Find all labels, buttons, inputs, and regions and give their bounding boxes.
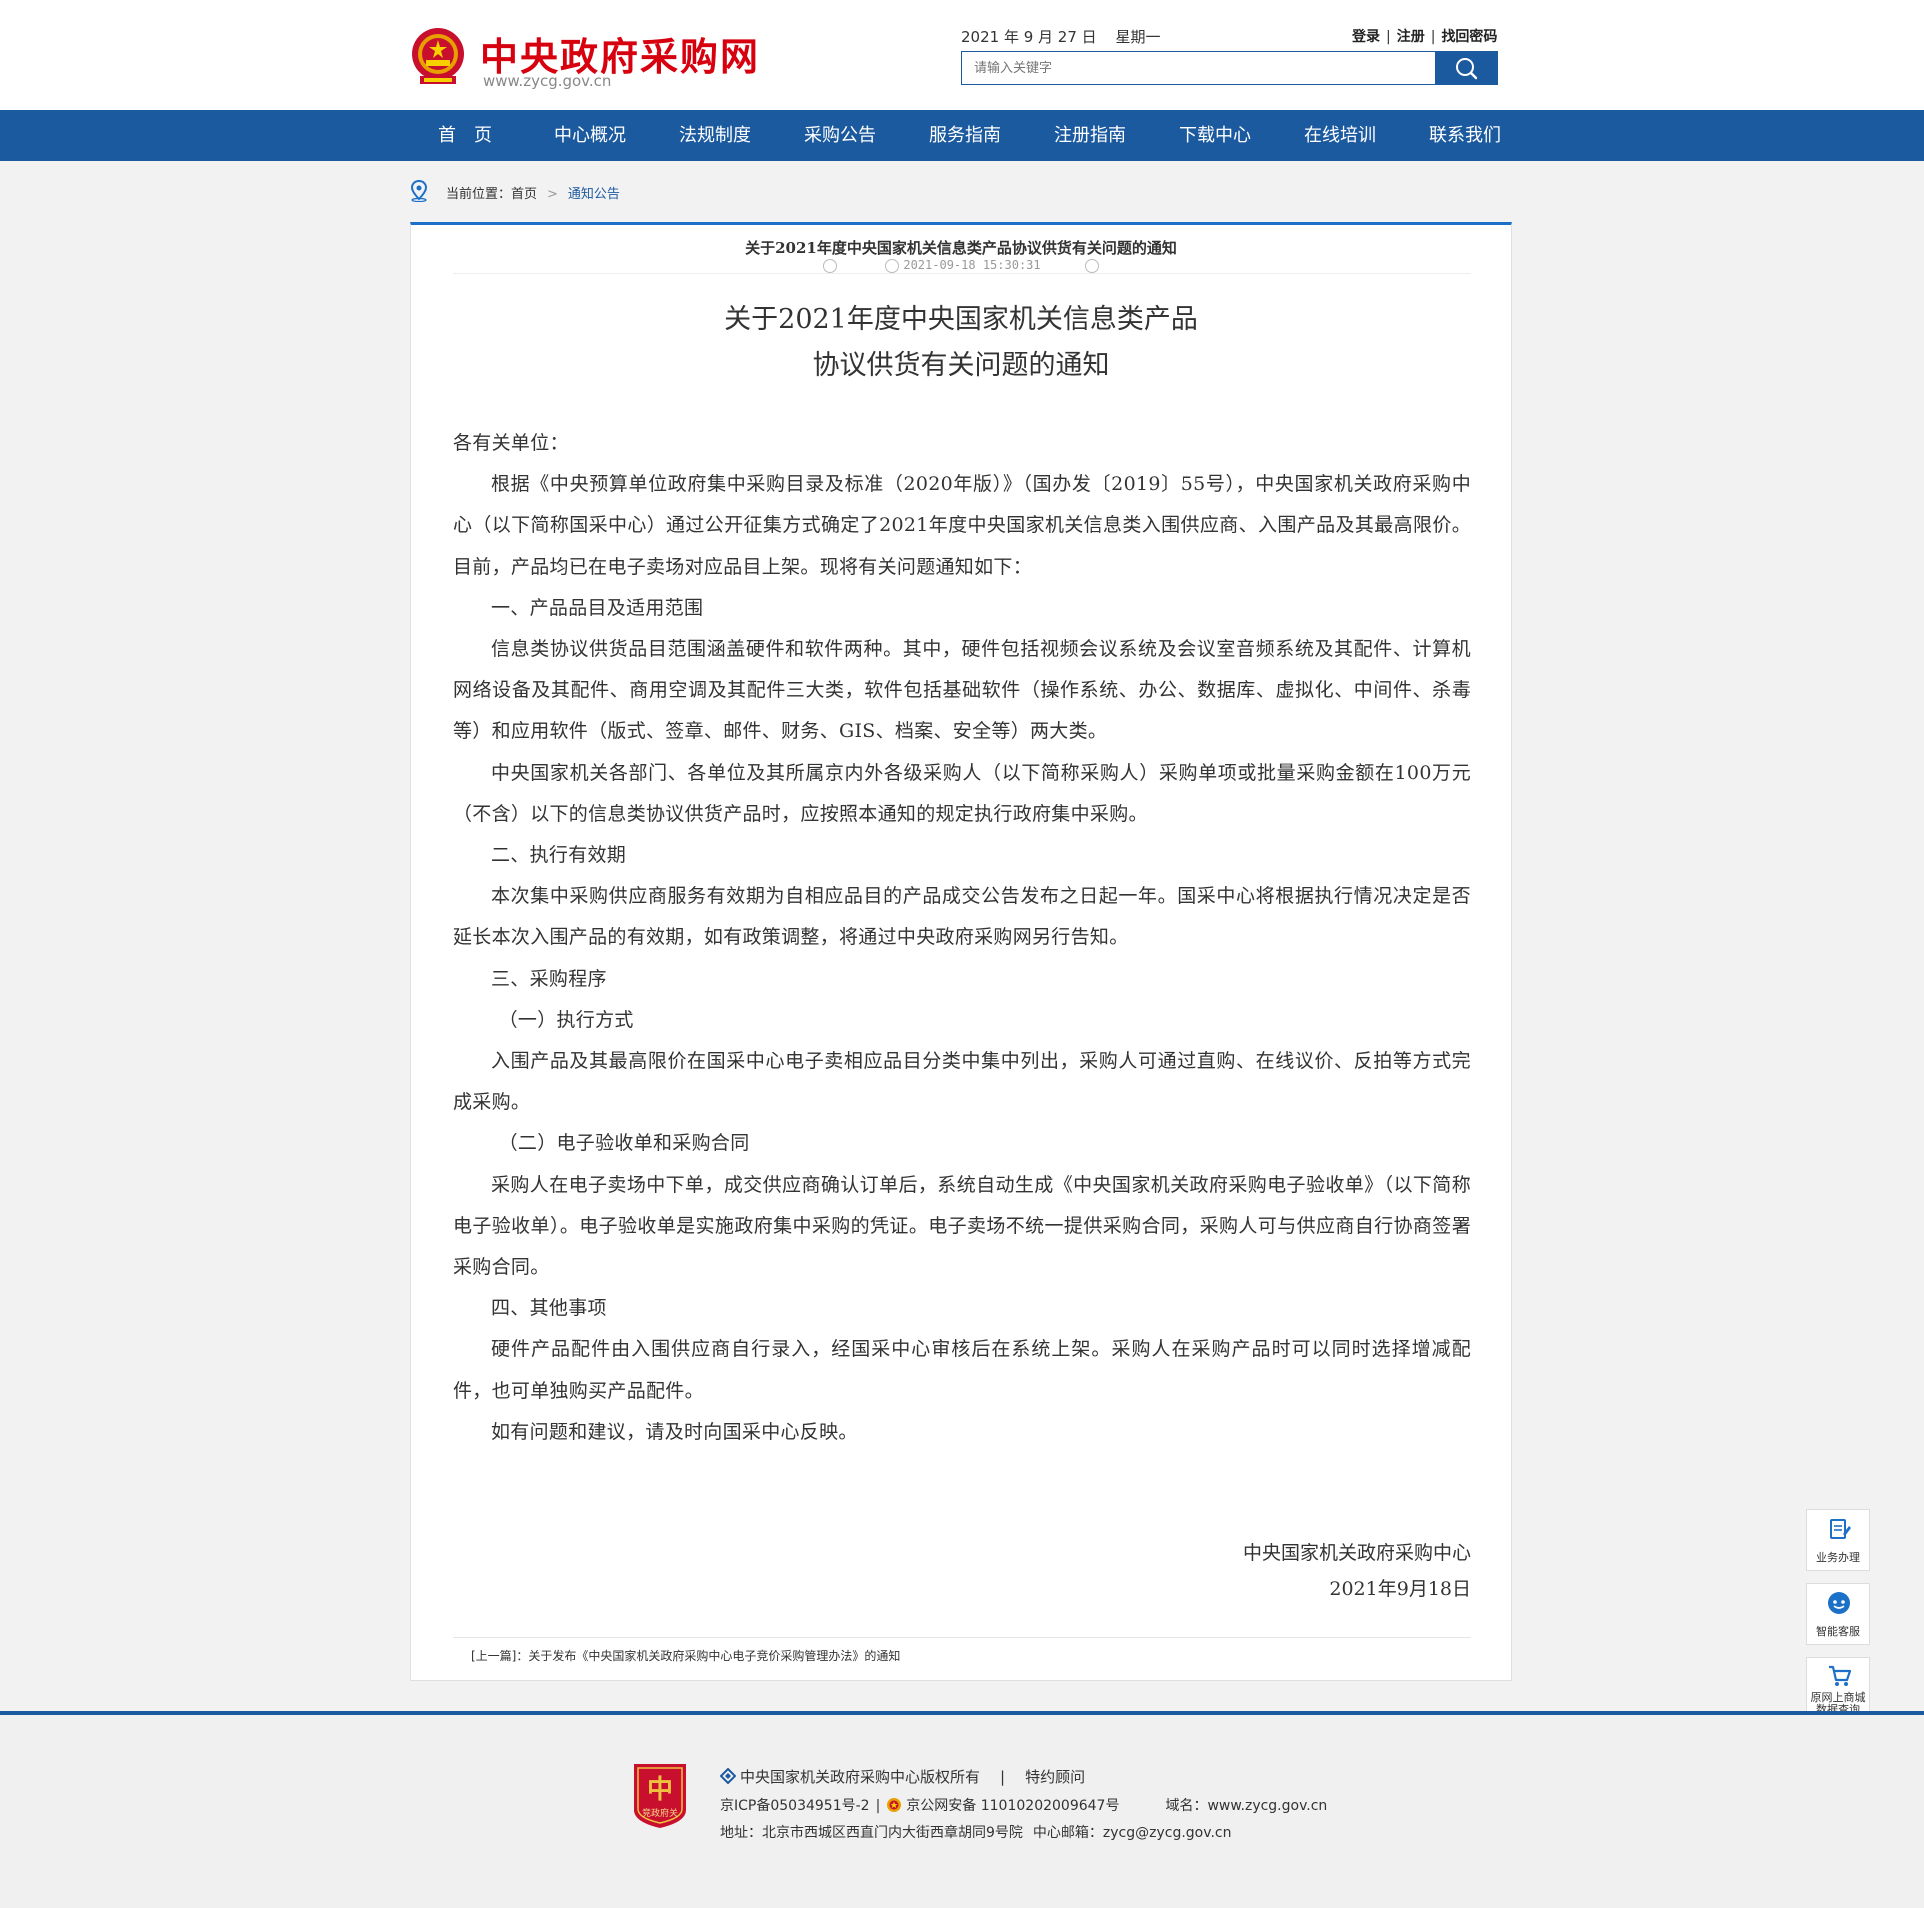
paragraph: 入围产品及其最高限价在国采中心电子卖相应品目分类中集中列出，采购人可通过直购、在… <box>453 1050 1471 1114</box>
site-url: www.zycg.gov.cn <box>483 72 612 90</box>
business-handling-label: 业务办理 <box>1816 1551 1860 1564</box>
business-handling-button[interactable]: 业务办理 <box>1806 1509 1870 1571</box>
address-text: 地址：北京市西城区西直门内大街西章胡同9号院 <box>720 1825 1023 1841</box>
salutation: 各有关单位： <box>453 432 569 454</box>
diamond-icon <box>719 1767 737 1785</box>
article-header-title: 关于2021年度中央国家机关信息类产品协议供货有关问题的通知 <box>745 239 1177 257</box>
subsection-heading: （一）执行方式 <box>498 1008 634 1031</box>
document-title-line2: 协议供货有关问题的通知 <box>812 350 1110 381</box>
nav-regulations[interactable]: 法规制度 <box>660 110 770 161</box>
icp-link[interactable]: 京ICP备05034951号-2 <box>720 1798 870 1814</box>
date-text: 2021 年 9 月 27 日 <box>961 28 1097 46</box>
weekday-text: 星期一 <box>1115 28 1161 46</box>
article-panel: 关于2021年度中央国家机关信息类产品协议供货有关问题的通知 2021-09-1… <box>410 222 1512 1681</box>
national-emblem-icon <box>412 28 464 84</box>
user-links: 登录 | 注册 | 找回密码 <box>1352 26 1497 46</box>
recover-password-link[interactable]: 找回密码 <box>1441 29 1497 45</box>
breadcrumb-home[interactable]: 当前位置：首页 <box>446 187 537 202</box>
nav-registration-guide[interactable]: 注册指南 <box>1035 110 1145 161</box>
police-record-link[interactable]: 京公网安备 11010202009647号 <box>906 1798 1119 1814</box>
chevron-right-icon: > <box>547 187 558 202</box>
breadcrumb-current[interactable]: 通知公告 <box>568 187 620 202</box>
section-heading: 四、其他事项 <box>491 1297 607 1320</box>
location-pin-icon <box>410 180 428 202</box>
search-input[interactable] <box>962 52 1432 84</box>
divider: | <box>1430 29 1436 45</box>
divider: | <box>1000 1768 1006 1786</box>
paragraph: 根据《中央预算单位政府集中采购目录及标准（2020年版）》（国办发〔2019〕5… <box>453 473 1471 578</box>
nav-contact-us[interactable]: 联系我们 <box>1410 110 1520 161</box>
section-heading: 一、产品品目及适用范围 <box>491 596 704 619</box>
copyright-text: 中央国家机关政府采购中心版权所有 <box>740 1768 981 1786</box>
divider <box>453 273 1471 274</box>
footer-address-row: 地址：北京市西城区西直门内大街西章胡同9号院 中心邮箱：zycg@zycg.gov… <box>720 1822 1231 1842</box>
footer-logo-icon: 中 竞政府关 <box>634 1764 686 1828</box>
mall-data-query-button[interactable]: 原网上商城 数据查询 <box>1806 1657 1870 1719</box>
footer-logo-text: 竞政府关 <box>642 1807 678 1819</box>
section-heading: 二、执行有效期 <box>491 844 627 867</box>
signature: 中央国家机关政府采购中心 2021年9月18日 <box>1243 1535 1471 1607</box>
login-link[interactable]: 登录 <box>1352 29 1380 45</box>
register-link[interactable]: 注册 <box>1397 29 1425 45</box>
article-meta: 2021-09-18 15:30:31 <box>411 258 1511 273</box>
link-icon[interactable] <box>823 258 838 273</box>
nav-center-overview[interactable]: 中心概况 <box>535 110 645 161</box>
advisor-link[interactable]: 特约顾问 <box>1025 1768 1085 1786</box>
current-date: 2021 年 9 月 27 日 星期一 <box>961 26 1174 47</box>
nav-download-center[interactable]: 下载中心 <box>1160 110 1270 161</box>
article-datetime: 2021-09-18 15:30:31 <box>903 258 1041 272</box>
paragraph: 中央国家机关各部门、各单位及其所属京内外各级采购人（以下简称采购人）采购单项或批… <box>453 761 1471 825</box>
nav-service-guide[interactable]: 服务指南 <box>910 110 1020 161</box>
main-nav: 首 页 中心概况 法规制度 采购公告 服务指南 注册指南 下载中心 在线培训 联… <box>0 110 1924 161</box>
divider <box>453 1637 1471 1638</box>
nav-procurement-notices[interactable]: 采购公告 <box>785 110 895 161</box>
signature-date: 2021年9月18日 <box>1329 1578 1471 1600</box>
clock-icon <box>885 258 900 273</box>
signature-org: 中央国家机关政府采购中心 <box>1242 1542 1471 1564</box>
shopping-cart-icon <box>1829 1665 1852 1686</box>
customer-service-icon <box>1828 1592 1850 1614</box>
footer-copyright-row: 中央国家机关政府采购中心版权所有 | 特约顾问 <box>719 1766 1085 1787</box>
nav-online-training[interactable]: 在线培训 <box>1285 110 1395 161</box>
search-icon <box>1456 58 1478 80</box>
divider: | <box>1386 29 1391 45</box>
footer-registration-row: 京ICP备05034951号-2 | 京公网安备 11010202009647号 域… <box>720 1795 1327 1815</box>
paragraph: 采购人在电子卖场中下单，成交供应商确认订单后，系统自动生成《中央国家机关政府采购… <box>453 1173 1471 1279</box>
email-text: 中心邮箱：zycg@zycg.gov.cn <box>1032 1825 1232 1841</box>
article-body: 各有关单位： 根据《中央预算单位政府集中采购目录及标准（2020年版）》（国办发… <box>453 423 1471 1453</box>
previous-article-link[interactable]: [上一篇]：关于发布《中央国家机关政府采购中心电子竞价采购管理办法》的通知 <box>471 1647 900 1664</box>
section-heading: 三、采购程序 <box>491 967 607 990</box>
search-bar <box>961 51 1498 85</box>
paragraph: 如有问题和建议，请及时向国采中心反映。 <box>491 1420 858 1443</box>
site-header: 中央政府采购网 www.zycg.gov.cn 2021 年 9 月 27 日 … <box>0 0 1924 110</box>
smart-service-label: 智能客服 <box>1816 1625 1860 1638</box>
paragraph: 硬件产品配件由入围供应商自行录入，经国采中心审核后在系统上架。采购人在采购产品时… <box>453 1338 1471 1402</box>
nav-home[interactable]: 首 页 <box>410 110 520 161</box>
police-badge-icon <box>887 1798 902 1812</box>
paragraph: 信息类协议供货品目范围涵盖硬件和软件两种。其中，硬件包括视频会议系统及会议室音频… <box>453 638 1471 743</box>
document-title: 关于2021年度中央国家机关信息类产品 协议供货有关问题的通知 <box>411 297 1511 389</box>
svg-text:中: 中 <box>647 1775 673 1805</box>
smart-service-button[interactable]: 智能客服 <box>1806 1583 1870 1645</box>
search-button[interactable] <box>1435 51 1498 85</box>
subsection-heading: （二）电子验收单和采购合同 <box>498 1132 750 1155</box>
domain-text: 域名：www.zycg.gov.cn <box>1165 1798 1328 1814</box>
paragraph: 本次集中采购供应商服务有效期为自相应品目的产品成交公告发布之日起一年。国采中心将… <box>453 885 1471 949</box>
document-edit-icon <box>1830 1519 1851 1539</box>
document-title-line1: 关于2021年度中央国家机关信息类产品 <box>724 304 1198 335</box>
divider: | <box>875 1798 881 1814</box>
print-icon[interactable] <box>1084 258 1099 273</box>
